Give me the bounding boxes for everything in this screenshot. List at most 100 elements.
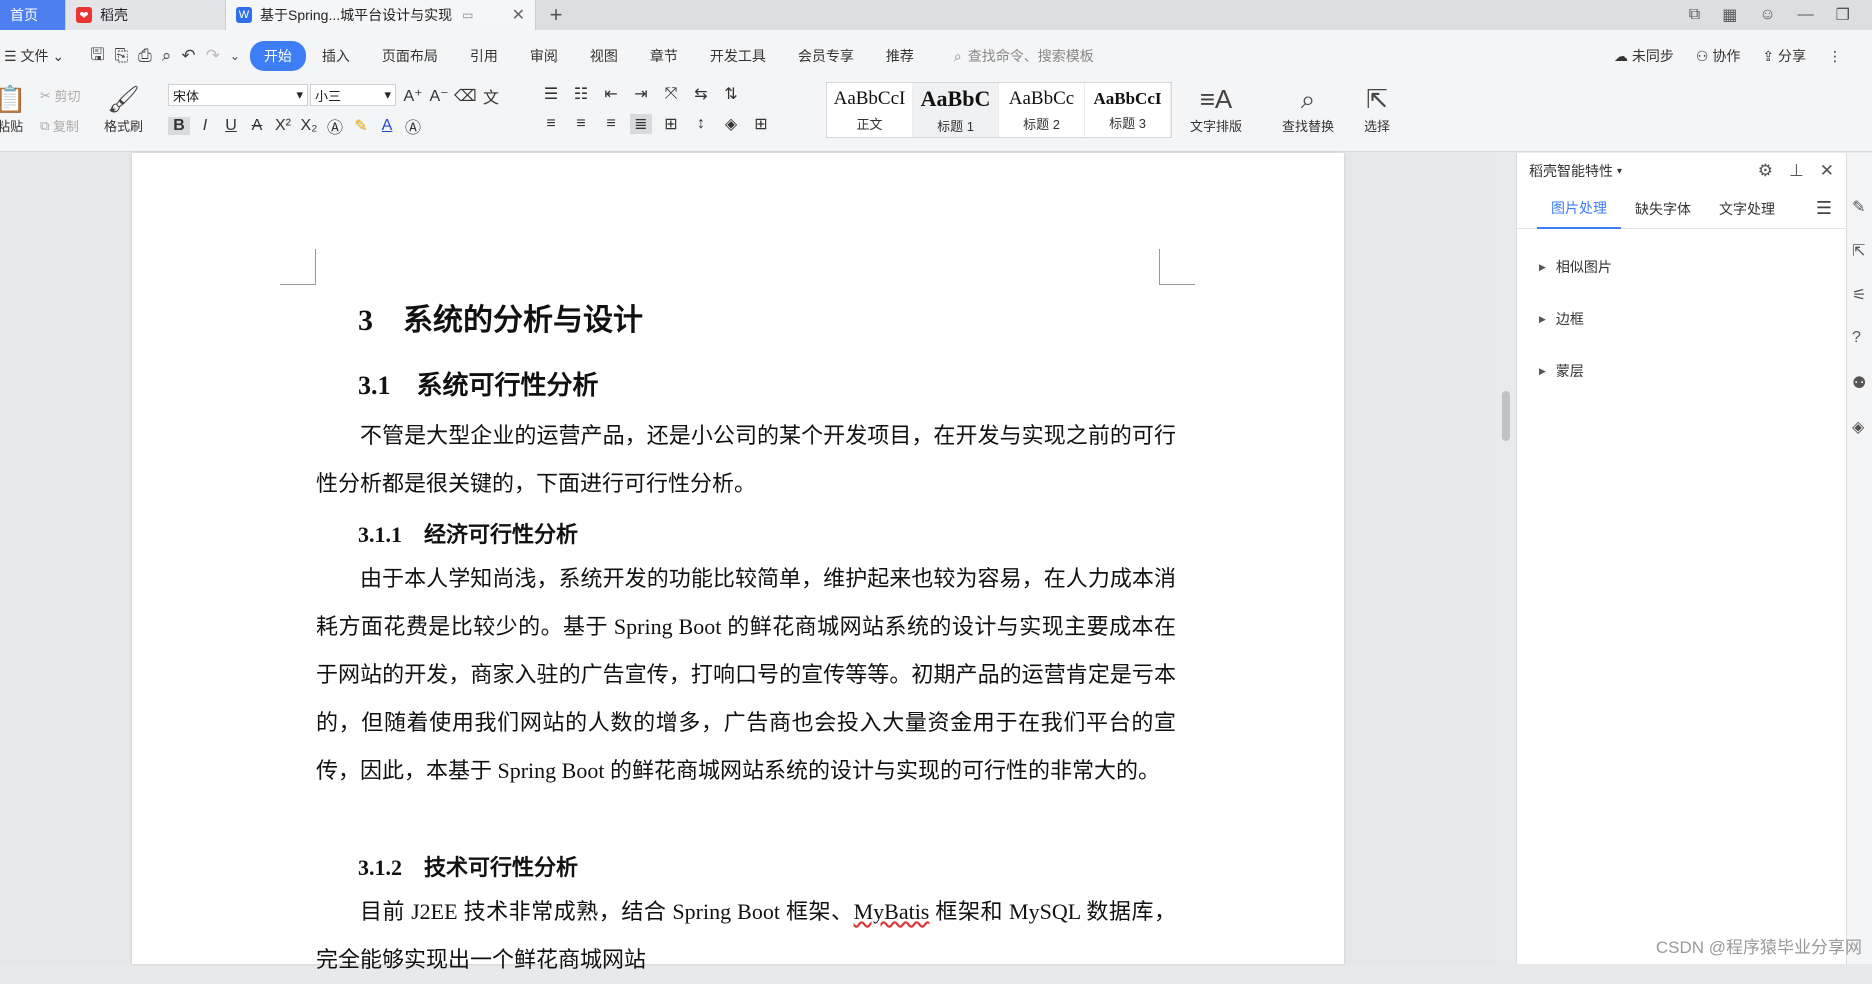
subscript-icon[interactable]: X₂ [298,117,320,135]
find-replace-button[interactable]: ⌕ 查找替换 [1282,84,1334,135]
menu-recommend[interactable]: 推荐 [870,46,930,66]
close-icon[interactable]: ✕ [1820,161,1834,181]
tab-home[interactable]: 首页 [0,0,66,30]
style-heading1[interactable]: AaBbC 标题 1 [913,83,999,137]
pane-title[interactable]: 稻壳智能特性 [1529,161,1613,181]
indent-icon[interactable]: ⇥ [630,84,652,104]
avatar[interactable]: ☺ [1759,6,1775,24]
copy-button[interactable]: ⧉ 复制 [40,116,79,135]
redo-icon[interactable]: ↷ [206,46,220,66]
cut-button[interactable]: ✂ 剪切 [40,86,81,105]
tab-close-icon[interactable]: ✕ [512,5,525,25]
select-label: 选择 [1364,119,1391,134]
paste-button[interactable]: 📋 粘贴 [0,84,26,135]
phonetic-icon[interactable]: 文 [480,84,502,108]
align-left-icon[interactable]: ≡ [540,115,562,133]
section-mask[interactable]: ▶ 蒙层 [1517,345,1846,397]
find-replace-label: 查找替换 [1282,119,1335,134]
menu-file[interactable]: ☰ 文件 ⌄ [0,46,80,66]
tab-monitor-icon[interactable]: ▭ [462,8,473,22]
more-icon[interactable]: ⋮ [1828,48,1842,65]
pointer-icon[interactable]: ⇱ [1852,241,1865,261]
bold-icon[interactable]: B [168,117,190,135]
tab-document[interactable]: W 基于Spring...城平台设计与实现 ▭ ✕ [226,0,536,30]
tab-daoke[interactable]: ❤ 稻壳 [66,0,226,30]
menu-review[interactable]: 审阅 [514,46,574,66]
restore-icon[interactable]: ❐ [1836,5,1850,25]
menu-view[interactable]: 视图 [574,46,634,66]
underline-icon[interactable]: U [220,117,242,135]
italic-icon[interactable]: I [194,117,216,135]
strikethrough-icon[interactable]: A [246,117,268,135]
font-name-value: 宋体 [173,88,200,104]
bullets-icon[interactable]: ☰ [540,84,562,104]
help-icon[interactable]: ? [1852,329,1861,347]
document-page[interactable]: 3 系统的分析与设计 3.1 系统可行性分析 不管是大型企业的运营产品，还是小公… [132,153,1344,972]
align-center-icon[interactable]: ≡ [570,115,592,133]
new-tab-button[interactable]: + [536,0,576,30]
chevron-down-icon[interactable]: ▾ [1617,166,1622,177]
print-icon[interactable]: ⎙ [138,46,152,66]
menu-page-layout[interactable]: 页面布局 [366,46,454,66]
sync-button[interactable]: ☁ 未同步 [1614,46,1674,66]
pin-icon[interactable]: ⊥ [1789,161,1804,181]
distributed-icon[interactable]: ⊞ [660,114,682,134]
clear-format-icon[interactable]: ⌫ [454,86,477,106]
gear-icon[interactable]: ⚙ [1758,161,1773,181]
preview-icon[interactable]: ⌕ [162,46,172,66]
pen-icon[interactable]: ✎ [1852,197,1865,217]
menu-developer[interactable]: 开发工具 [694,46,782,66]
asian-layout-icon[interactable]: ⤧ [660,85,682,103]
export-icon[interactable]: ⎘ [115,46,129,66]
vertical-scrollbar[interactable] [1496,153,1516,964]
menu-section[interactable]: 章节 [634,46,694,66]
char-border-icon[interactable]: Ⓐ [402,114,424,138]
text-layout-button[interactable]: ≡A 文字排版 [1190,84,1242,135]
outdent-icon[interactable]: ⇤ [600,84,622,104]
select-button[interactable]: ⇱ 选择 [1364,84,1390,135]
line-spacing-icon[interactable]: ↕ [690,115,712,133]
align-right-icon[interactable]: ≡ [600,115,622,133]
grid-apps-icon[interactable]: ▦ [1722,5,1737,25]
sliders-icon[interactable]: ⚟ [1852,285,1866,305]
sort-icon[interactable]: ⇅ [720,84,742,104]
numbering-icon[interactable]: ☷ [570,84,592,104]
shading-icon[interactable]: ◈ [720,114,742,134]
collab-button[interactable]: ⚇ 协作 [1696,46,1740,66]
font-name-select[interactable]: 宋体 ▾ [168,84,308,106]
scrollbar-thumb[interactable] [1502,391,1510,441]
menu-start[interactable]: 开始 [249,41,306,71]
command-search[interactable]: ⌕ 查找命令、搜索模板 [930,46,1094,66]
hamburger-menu-icon[interactable]: ☰ [1816,198,1832,219]
style-heading2[interactable]: AaBbCc 标题 2 [999,83,1085,137]
menu-insert[interactable]: 插入 [306,46,366,66]
style-heading3[interactable]: AaBbCcI 标题 3 [1085,83,1171,137]
menu-references[interactable]: 引用 [454,46,514,66]
highlight-icon[interactable]: ✎ [350,116,372,136]
share-button[interactable]: ⇪ 分享 [1762,46,1806,66]
layout-icon[interactable]: ⧉ [1689,6,1700,24]
tab-missing-fonts[interactable]: 缺失字体 [1621,189,1705,229]
save-icon[interactable]: 🖫 [90,42,104,71]
minimize-icon[interactable]: — [1798,6,1814,24]
tab-text-processing[interactable]: 文字处理 [1705,189,1789,229]
tab-image-processing[interactable]: 图片处理 [1537,189,1621,229]
borders-icon[interactable]: ⊞ [750,114,772,134]
menu-member[interactable]: 会员专享 [782,46,870,66]
text-direction-icon[interactable]: ⇆ [690,84,712,104]
shrink-font-icon[interactable]: A⁻ [428,86,450,106]
section-similar-images[interactable]: ▶ 相似图片 [1517,241,1846,293]
grow-font-icon[interactable]: A⁺ [402,86,424,106]
justify-icon[interactable]: ≣ [630,114,652,134]
font-color-icon[interactable]: A [376,117,398,135]
customize-icon[interactable]: ⌄ [230,49,240,63]
text-effect-icon[interactable]: Ⓐ [324,114,346,138]
font-size-select[interactable]: 小三 ▾ [310,84,396,106]
superscript-icon[interactable]: X² [272,117,294,135]
robot-icon[interactable]: ⚉ [1852,373,1866,393]
section-border[interactable]: ▶ 边框 [1517,293,1846,345]
style-normal[interactable]: AaBbCcI 正文 [827,83,913,137]
format-painter-button[interactable]: 🖌 格式刷 [104,84,143,135]
smart-feature-icon[interactable]: ◈ [1852,417,1864,437]
undo-icon[interactable]: ↶ [181,46,195,66]
